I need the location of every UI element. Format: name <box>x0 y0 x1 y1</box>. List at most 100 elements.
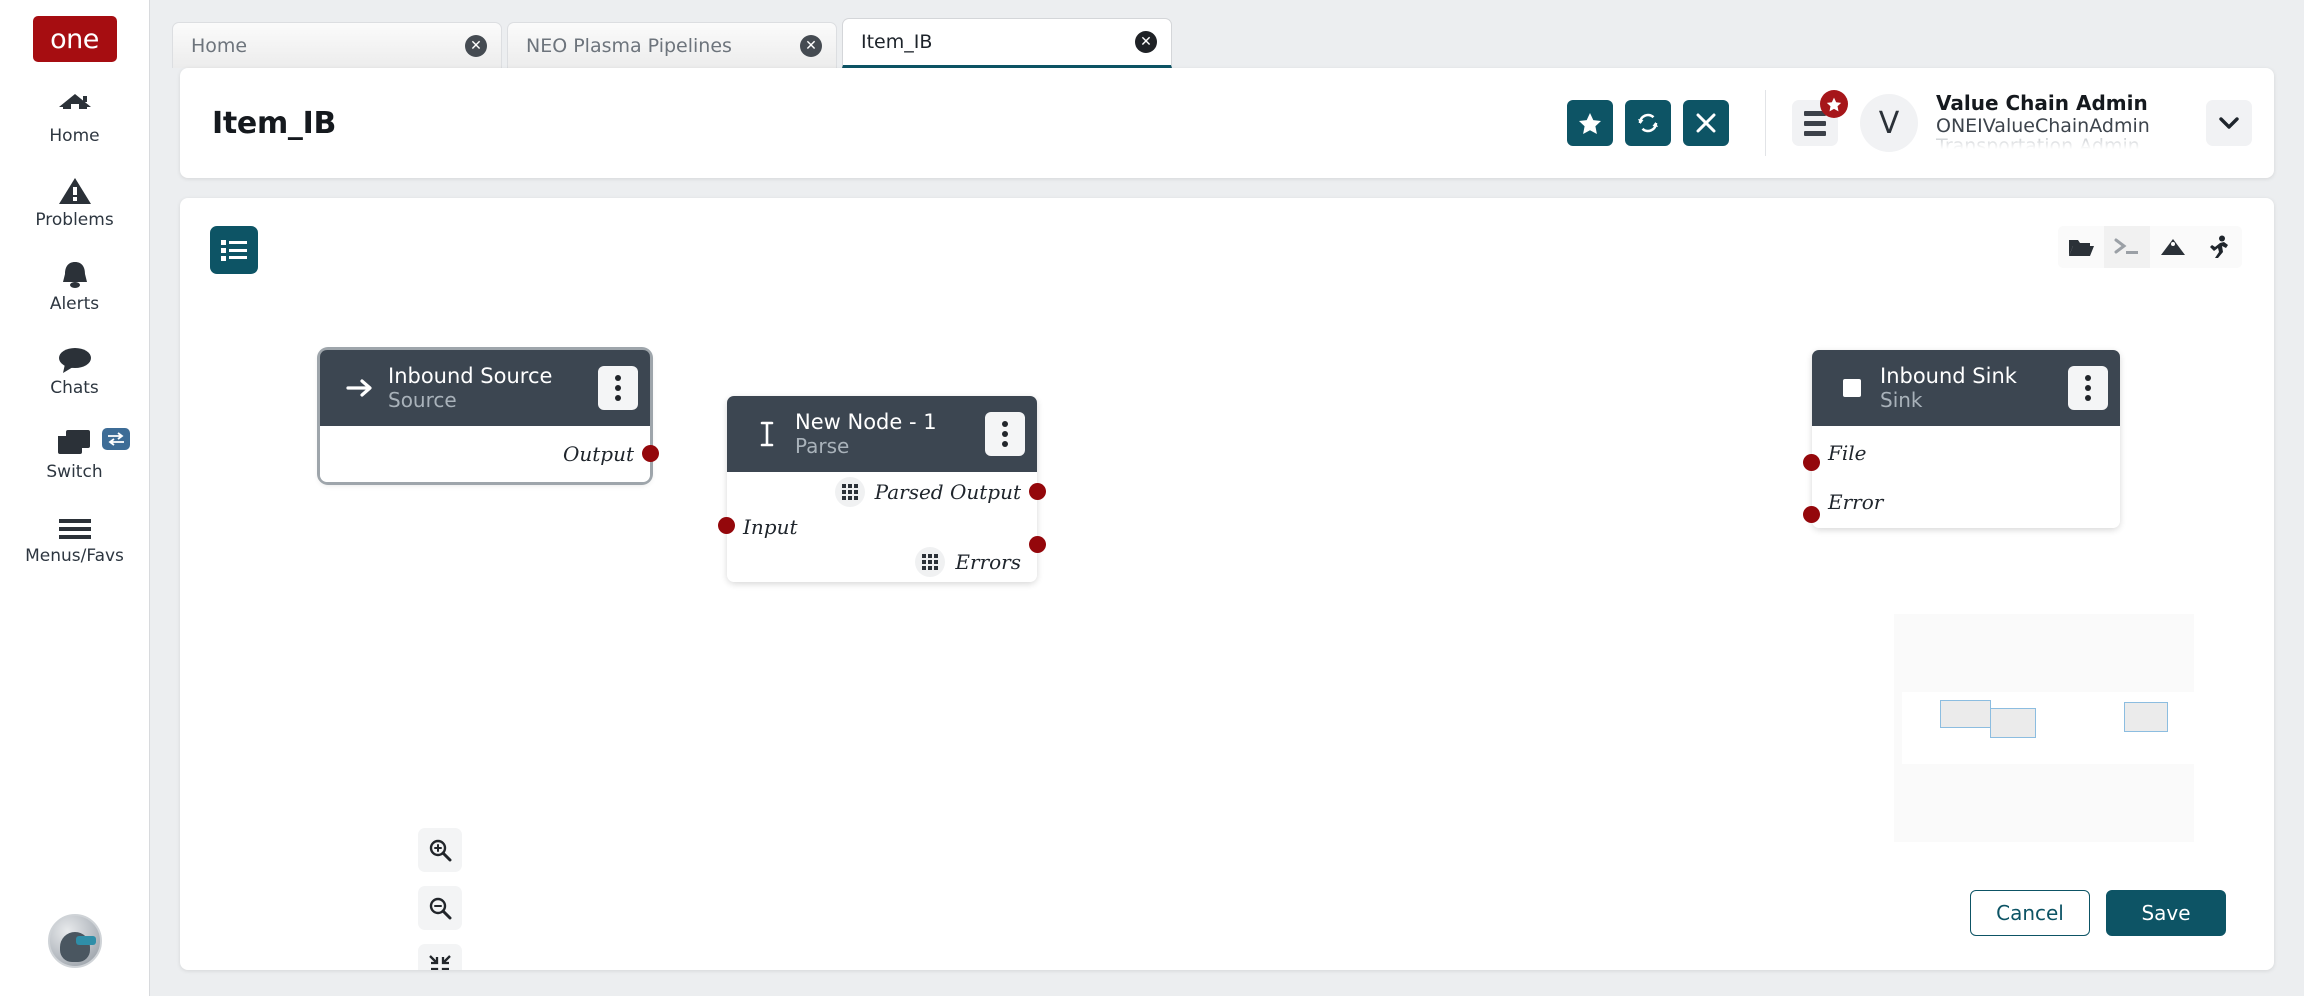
chevron-down-icon <box>2219 116 2239 129</box>
node-titles: New Node - 1 Parse <box>789 410 985 458</box>
user-name: Value Chain Admin <box>1936 91 2148 115</box>
sidebar-item-problems[interactable]: Problems <box>0 172 150 230</box>
terminal-tool[interactable] <box>2104 226 2150 268</box>
chat-bubble-icon <box>57 340 93 374</box>
sidebar-item-chats[interactable]: Chats <box>0 340 150 398</box>
port-row: Input <box>727 512 1037 542</box>
sidebar-item-home[interactable]: Home <box>0 88 150 146</box>
port-label: Input <box>743 515 798 539</box>
brand-logo[interactable]: one <box>32 16 117 62</box>
square-icon <box>1830 376 1874 400</box>
sidebar-item-menus-favs[interactable]: Menus/Favs <box>0 508 150 566</box>
save-button[interactable]: Save <box>2106 890 2226 936</box>
image-tool[interactable] <box>2150 226 2196 268</box>
favorite-button[interactable] <box>1567 100 1613 146</box>
bell-icon <box>59 256 91 290</box>
zoom-out-tool[interactable] <box>418 886 462 930</box>
port-dot-error[interactable] <box>1803 506 1820 523</box>
list-view-button[interactable] <box>210 226 258 274</box>
header-divider <box>1765 90 1766 156</box>
node-header[interactable]: Inbound Source Source <box>320 350 650 426</box>
node-title: Inbound Sink <box>1880 364 2017 388</box>
arrow-right-icon <box>338 377 382 399</box>
minimap-node <box>1990 708 2036 738</box>
collapse-arrows-icon <box>429 955 451 970</box>
page-title: Item_IB <box>212 105 337 141</box>
sidebar-label-switch: Switch <box>46 462 103 482</box>
open-folder-tool[interactable] <box>2058 226 2104 268</box>
minimap-viewport[interactable] <box>1902 692 2194 764</box>
tab-item-ib[interactable]: Item_IB ✕ <box>842 18 1172 68</box>
node-menu-button[interactable] <box>985 412 1025 456</box>
close-icon[interactable]: ✕ <box>465 34 487 57</box>
close-x-icon <box>1696 113 1716 133</box>
user-menu-toggle[interactable] <box>2206 100 2252 146</box>
node-body: Parsed Output Input Errors <box>718 472 1046 582</box>
minimap-node <box>1940 700 1991 728</box>
node-header[interactable]: New Node - 1 Parse <box>727 396 1037 472</box>
swap-arrows-icon[interactable] <box>101 428 130 450</box>
terminal-prompt-icon <box>2114 238 2138 254</box>
zoom-in-tool[interactable] <box>418 828 462 872</box>
close-button[interactable] <box>1683 100 1729 146</box>
node-inbound-sink[interactable]: Inbound Sink Sink File Error <box>1803 350 2120 528</box>
refresh-icon <box>1638 113 1658 133</box>
cancel-button[interactable]: Cancel <box>1970 890 2090 936</box>
sidebar-item-switch[interactable]: Switch <box>0 424 150 482</box>
grid-icon <box>915 547 946 577</box>
user-login: ONEIValueChainAdmin <box>1936 115 2150 137</box>
tab-label: Item_IB <box>861 31 933 53</box>
run-tool[interactable] <box>2196 226 2242 268</box>
folder-open-icon <box>2069 239 2094 256</box>
node-body: File Error <box>1803 426 2120 528</box>
star-icon <box>1579 112 1601 134</box>
avatar[interactable]: V <box>1860 94 1918 152</box>
footer-actions: Cancel Save <box>1970 890 2226 936</box>
mountain-image-icon <box>2161 239 2185 255</box>
node-title: New Node - 1 <box>795 410 937 434</box>
node-header[interactable]: Inbound Sink Sink <box>1812 350 2120 426</box>
favorites-badge[interactable] <box>1820 90 1848 118</box>
running-person-icon <box>2210 235 2228 258</box>
menus-favs-button[interactable] <box>1792 90 1848 146</box>
warning-triangle-icon <box>58 172 92 206</box>
magnifier-plus-icon <box>429 839 452 862</box>
user-photo-avatar[interactable] <box>47 914 102 968</box>
node-inbound-source[interactable]: Inbound Source Source Output <box>320 350 659 482</box>
minimap-node <box>2124 702 2168 732</box>
port-dot-file[interactable] <box>1803 454 1820 471</box>
tab-neo-plasma-pipelines[interactable]: NEO Plasma Pipelines ✕ <box>507 22 837 68</box>
pipeline-canvas[interactable]: Inbound Source Source Output New Node - … <box>180 198 2274 970</box>
fit-to-screen-tool[interactable] <box>418 944 462 970</box>
port-row: Errors <box>727 542 1037 582</box>
refresh-button[interactable] <box>1625 100 1671 146</box>
avatar-initial: V <box>1878 105 1900 141</box>
tab-home[interactable]: Home ✕ <box>172 22 502 68</box>
sidebar-item-alerts[interactable]: Alerts <box>0 256 150 314</box>
port-dot-parsed-output[interactable] <box>1029 483 1046 500</box>
sidebar-label-problems: Problems <box>35 210 114 230</box>
port-dot-input[interactable] <box>718 517 735 534</box>
hamburger-icon <box>58 508 92 542</box>
close-icon[interactable]: ✕ <box>800 34 822 57</box>
close-icon[interactable]: ✕ <box>1135 31 1157 53</box>
sidebar-label-home: Home <box>49 126 100 146</box>
port-label: File <box>1828 441 1867 465</box>
port-dot-errors[interactable] <box>1029 536 1046 553</box>
canvas-left-toolbar <box>418 828 462 970</box>
sidebar-label-alerts: Alerts <box>49 294 100 314</box>
node-body: Output <box>320 426 659 482</box>
node-new-node-1[interactable]: New Node - 1 Parse Parsed Output Input E… <box>718 396 1046 582</box>
magnifier-minus-icon <box>429 897 452 920</box>
port-row: File <box>1812 426 2120 480</box>
sidebar-label-chats: Chats <box>50 378 99 398</box>
node-subtitle: Source <box>388 388 457 412</box>
port-dot-output[interactable] <box>642 445 659 462</box>
minimap[interactable] <box>1894 614 2194 842</box>
windows-stack-icon <box>56 424 94 458</box>
port-row: Output <box>320 426 650 482</box>
list-view-icon <box>221 240 247 261</box>
node-title: Inbound Source <box>388 364 553 388</box>
node-menu-button[interactable] <box>598 366 638 410</box>
node-menu-button[interactable] <box>2068 366 2108 410</box>
